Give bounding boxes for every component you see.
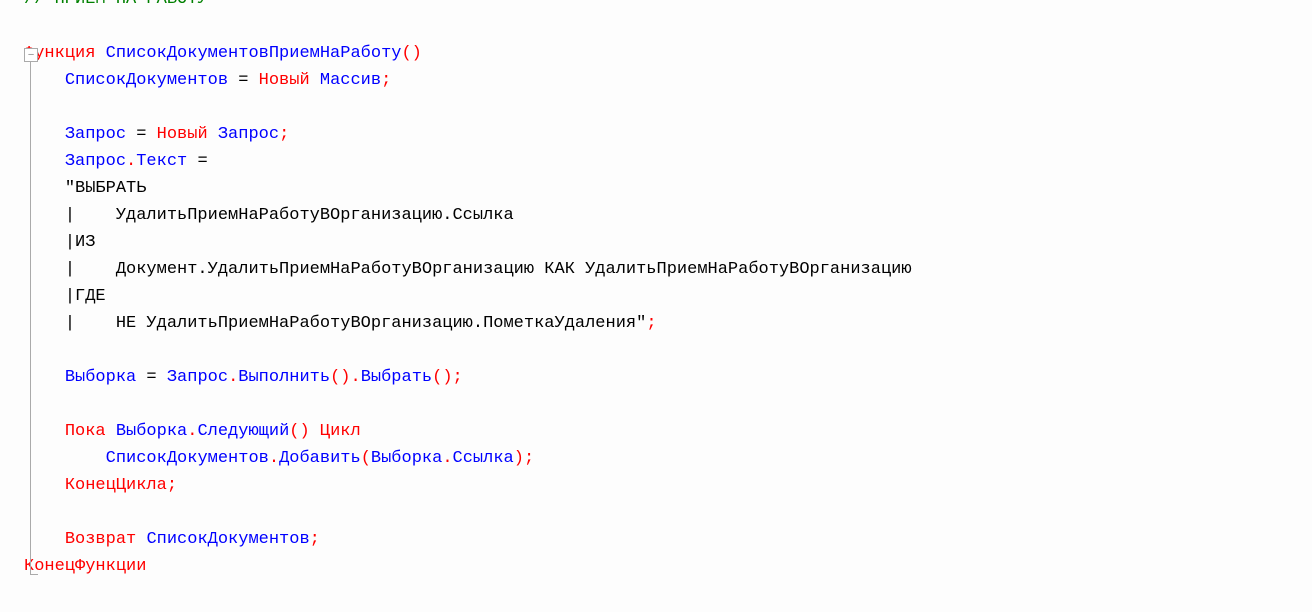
punct: ; xyxy=(381,67,391,94)
comment-text: // ПРИЕМ НА РАБОТУ xyxy=(24,0,208,13)
keyword: Новый xyxy=(259,67,310,94)
code-line: Запрос.Текст = xyxy=(24,148,1312,175)
code-line: КонецФункции xyxy=(24,553,1312,580)
fold-guide-end xyxy=(30,574,38,575)
space xyxy=(310,67,320,94)
punct: ; xyxy=(524,445,534,472)
method: Следующий xyxy=(197,418,289,445)
keyword: Пока xyxy=(65,418,106,445)
operator: = xyxy=(228,67,259,94)
code-line: // ПРИЕМ НА РАБОТУ xyxy=(24,0,1312,13)
identifier: СписокДокументов xyxy=(106,445,269,472)
code-line: Функция СписокДокументовПриемНаРаботу() xyxy=(24,40,1312,67)
property: Текст xyxy=(136,148,187,175)
code-line: Пока Выборка.Следующий() Цикл xyxy=(24,418,1312,445)
string: | Документ.УдалитьПриемНаРаботуВОрганиза… xyxy=(65,256,912,283)
operator: = xyxy=(126,121,157,148)
code-line: | УдалитьПриемНаРаботуВОрганизацию.Ссылк… xyxy=(24,202,1312,229)
blank-line xyxy=(24,13,1312,40)
space xyxy=(310,418,320,445)
code-line: СписокДокументов.Добавить(Выборка.Ссылка… xyxy=(24,445,1312,472)
punct: ( xyxy=(361,445,371,472)
method: Выполнить xyxy=(238,364,330,391)
punct: ; xyxy=(310,526,320,553)
code-line: СписокДокументов = Новый Массив; xyxy=(24,67,1312,94)
keyword: Возврат xyxy=(65,526,136,553)
punct: . xyxy=(442,445,452,472)
property: Ссылка xyxy=(453,445,514,472)
type: Запрос xyxy=(218,121,279,148)
code-line: "ВЫБРАТЬ xyxy=(24,175,1312,202)
blank-line xyxy=(24,391,1312,418)
parens: () xyxy=(289,418,309,445)
string: |ГДЕ xyxy=(65,283,106,310)
parens: () xyxy=(432,364,452,391)
space xyxy=(106,418,116,445)
method: Выбрать xyxy=(361,364,432,391)
identifier: Выборка xyxy=(371,445,442,472)
punct: ) xyxy=(514,445,524,472)
string: "ВЫБРАТЬ xyxy=(65,175,147,202)
punct: ; xyxy=(167,472,177,499)
blank-line xyxy=(24,499,1312,526)
keyword: Новый xyxy=(157,121,208,148)
code-line: Запрос = Новый Запрос; xyxy=(24,121,1312,148)
punct: ; xyxy=(453,364,463,391)
operator: = xyxy=(187,148,218,175)
blank-line xyxy=(24,94,1312,121)
code-line: |ИЗ xyxy=(24,229,1312,256)
code-line: | Документ.УдалитьПриемНаРаботуВОрганиза… xyxy=(24,256,1312,283)
identifier: Запрос xyxy=(65,148,126,175)
keyword: Цикл xyxy=(320,418,361,445)
code-line: Возврат СписокДокументов; xyxy=(24,526,1312,553)
identifier: Выборка xyxy=(116,418,187,445)
space xyxy=(136,526,146,553)
identifier: Запрос xyxy=(65,121,126,148)
string: |ИЗ xyxy=(65,229,96,256)
parens: () xyxy=(401,40,421,67)
punct: . xyxy=(351,364,361,391)
blank-line xyxy=(24,337,1312,364)
code-line: Выборка = Запрос.Выполнить().Выбрать(); xyxy=(24,364,1312,391)
code-line: |ГДЕ xyxy=(24,283,1312,310)
punct: ; xyxy=(279,121,289,148)
string: | УдалитьПриемНаРаботуВОрганизацию.Ссылк… xyxy=(65,202,514,229)
identifier: СписокДокументовПриемНаРаботу xyxy=(106,40,402,67)
fold-guide-line xyxy=(30,62,31,574)
punct: . xyxy=(187,418,197,445)
space xyxy=(208,121,218,148)
operator: = xyxy=(136,364,167,391)
indent xyxy=(24,445,106,472)
parens: () xyxy=(330,364,350,391)
code-editor[interactable]: ////////////////////////////////////////… xyxy=(0,0,1312,580)
identifier: СписокДокументов xyxy=(146,526,309,553)
keyword: КонецЦикла xyxy=(65,472,167,499)
type: Массив xyxy=(320,67,381,94)
string: | НЕ УдалитьПриемНаРаботуВОрганизацию.По… xyxy=(65,310,647,337)
code-line: | НЕ УдалитьПриемНаРаботуВОрганизацию.По… xyxy=(24,310,1312,337)
identifier: Выборка xyxy=(65,364,136,391)
identifier: СписокДокументов xyxy=(65,67,228,94)
method: Добавить xyxy=(279,445,361,472)
punct: ; xyxy=(646,310,656,337)
keyword: КонецФункции xyxy=(24,553,146,580)
punct: . xyxy=(269,445,279,472)
punct: . xyxy=(126,148,136,175)
fold-toggle-icon[interactable]: − xyxy=(24,48,38,62)
space xyxy=(95,40,105,67)
punct: . xyxy=(228,364,238,391)
code-line: КонецЦикла; xyxy=(24,472,1312,499)
identifier: Запрос xyxy=(167,364,228,391)
